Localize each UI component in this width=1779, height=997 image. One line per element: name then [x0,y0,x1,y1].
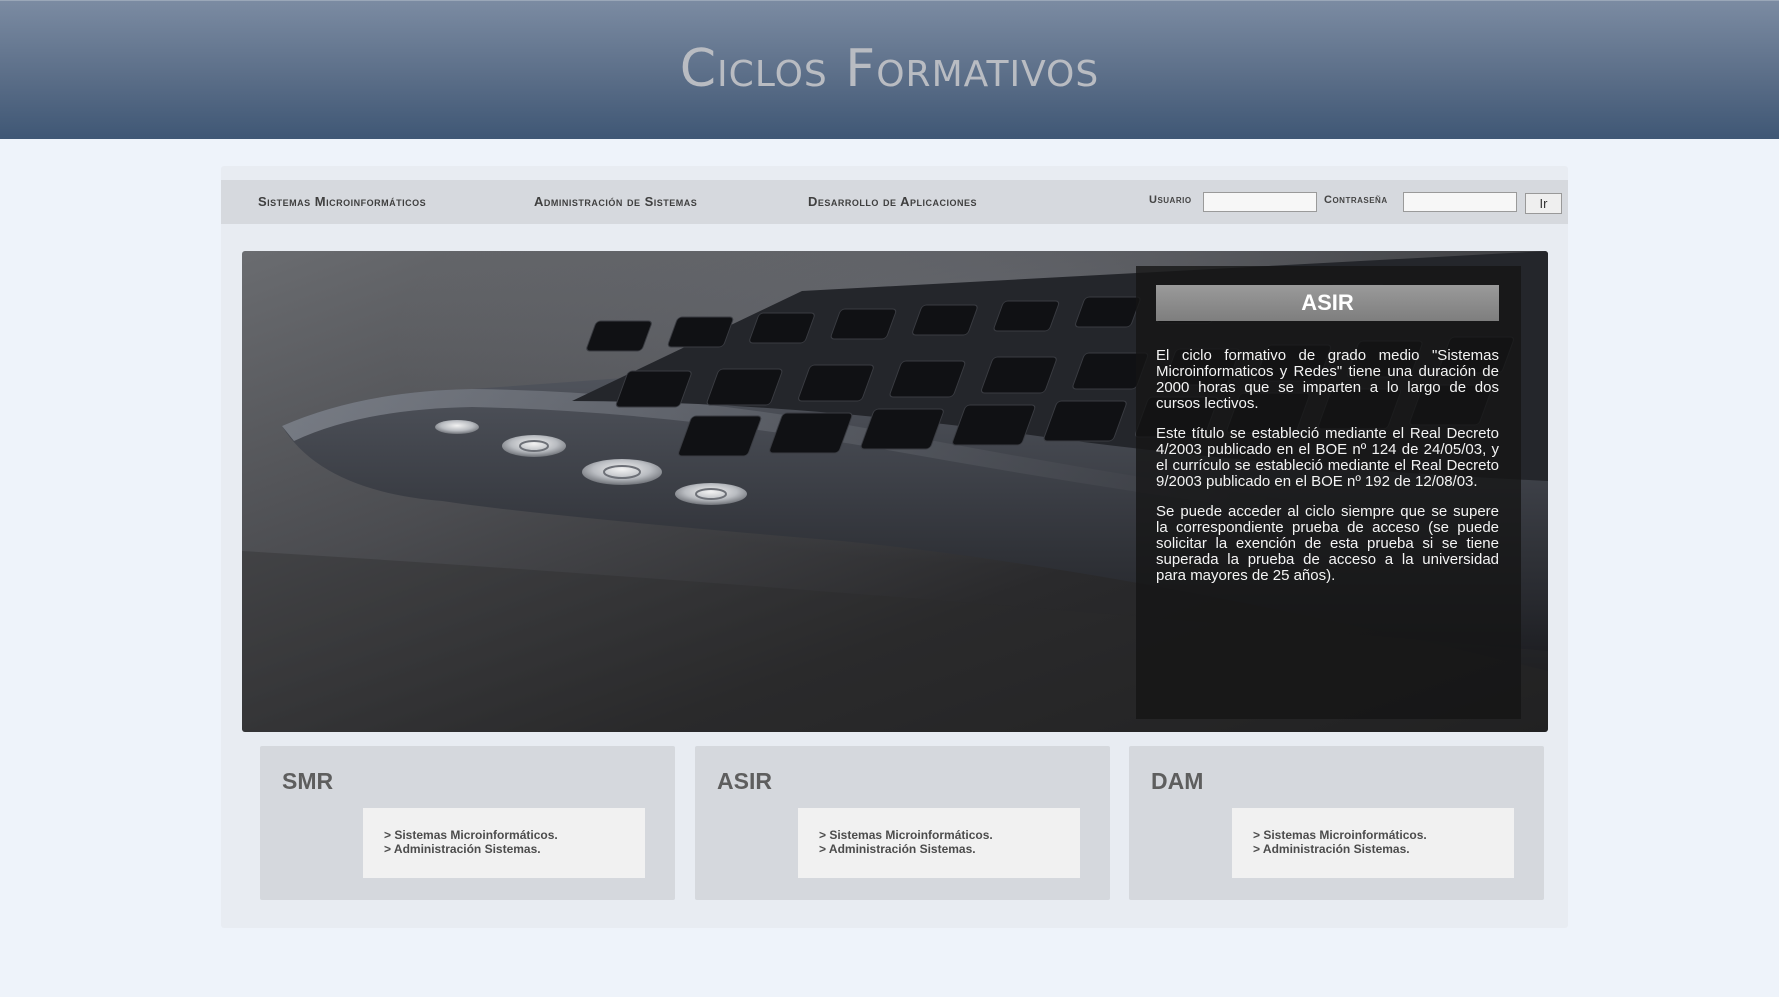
card-asir: ASIR > Sistemas Microinformáticos. > Adm… [695,746,1110,900]
info-panel: ASIR El ciclo formativo de grado medio "… [1136,266,1521,719]
card-link-sistemas-microinformaticos[interactable]: > Sistemas Microinformáticos. [819,828,993,842]
card-links-box: > Sistemas Microinformáticos. > Administ… [363,808,645,878]
info-paragraph: Se puede acceder al ciclo siempre que se… [1156,503,1499,584]
info-panel-text: El ciclo formativo de grado medio "Siste… [1156,348,1499,598]
password-input[interactable] [1403,192,1517,212]
site-header: Ciclos Formativos [0,0,1779,139]
login-submit-button[interactable]: Ir [1525,193,1562,214]
card-smr: SMR > Sistemas Microinformáticos. > Admi… [260,746,675,900]
nav-item-sistemas-microinformaticos[interactable]: Sistemas Microinformáticos [258,194,426,209]
card-links-box: > Sistemas Microinformáticos. > Administ… [1232,808,1514,878]
card-links-box: > Sistemas Microinformáticos. > Administ… [798,808,1080,878]
info-panel-title: ASIR [1156,285,1499,321]
card-link-sistemas-microinformaticos[interactable]: > Sistemas Microinformáticos. [384,828,558,842]
username-label: Usuario [1149,194,1192,206]
password-label: Contraseña [1324,194,1388,206]
card-link-sistemas-microinformaticos[interactable]: > Sistemas Microinformáticos. [1253,828,1427,842]
card-link-administracion-sistemas[interactable]: > Administración Sistemas. [819,842,976,856]
info-paragraph: Este título se estableció mediante el Re… [1156,425,1499,490]
card-title: DAM [1151,768,1204,794]
username-input[interactable] [1203,192,1317,212]
card-title: ASIR [717,768,772,794]
card-title: SMR [282,768,334,794]
site-title: Ciclos Formativos [679,39,1100,99]
info-paragraph: El ciclo formativo de grado medio "Siste… [1156,347,1499,412]
nav-item-administracion-sistemas[interactable]: Administración de Sistemas [534,194,697,209]
nav-bar: Sistemas Microinformáticos Administració… [221,180,1568,224]
nav-item-desarrollo-aplicaciones[interactable]: Desarrollo de Aplicaciones [808,194,977,209]
card-link-administracion-sistemas[interactable]: > Administración Sistemas. [384,842,541,856]
card-dam: DAM > Sistemas Microinformáticos. > Admi… [1129,746,1544,900]
card-link-administracion-sistemas[interactable]: > Administración Sistemas. [1253,842,1410,856]
